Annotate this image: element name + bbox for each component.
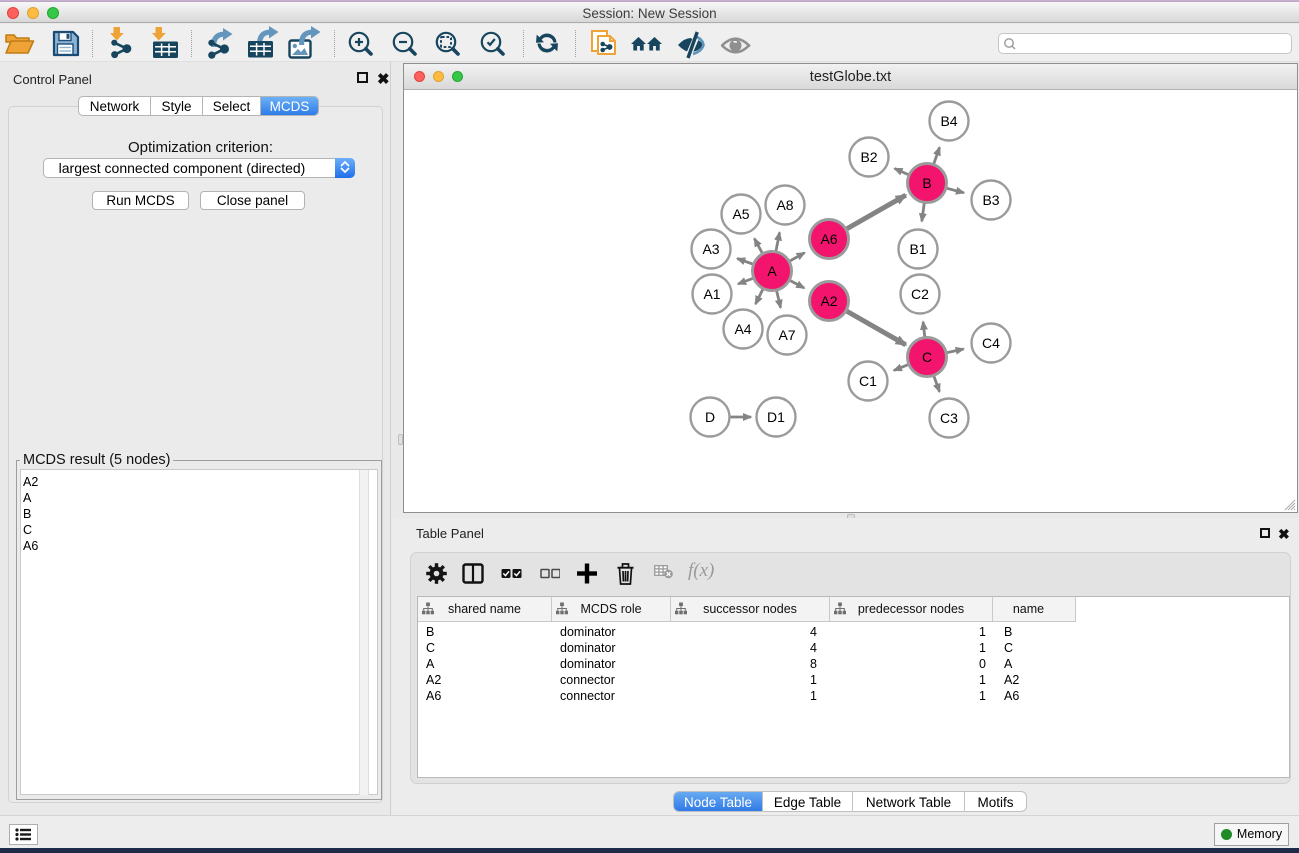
svg-text:A3: A3: [702, 241, 719, 257]
svg-text:A4: A4: [734, 321, 751, 337]
svg-text:D1: D1: [767, 409, 785, 425]
svg-text:C1: C1: [859, 373, 877, 389]
svg-text:A8: A8: [776, 197, 793, 213]
svg-text:C2: C2: [911, 286, 929, 302]
svg-text:C: C: [922, 349, 932, 365]
svg-text:A: A: [767, 263, 777, 279]
svg-text:A7: A7: [778, 327, 795, 343]
svg-text:D: D: [705, 409, 715, 425]
svg-text:B3: B3: [982, 192, 999, 208]
svg-text:C3: C3: [940, 410, 958, 426]
svg-text:C4: C4: [982, 335, 1000, 351]
svg-text:A6: A6: [820, 231, 837, 247]
svg-text:A2: A2: [820, 293, 837, 309]
svg-text:A1: A1: [703, 286, 720, 302]
svg-text:B2: B2: [860, 149, 877, 165]
svg-text:B1: B1: [909, 241, 926, 257]
svg-text:B: B: [922, 175, 931, 191]
svg-text:A5: A5: [732, 206, 749, 222]
svg-text:B4: B4: [940, 113, 957, 129]
